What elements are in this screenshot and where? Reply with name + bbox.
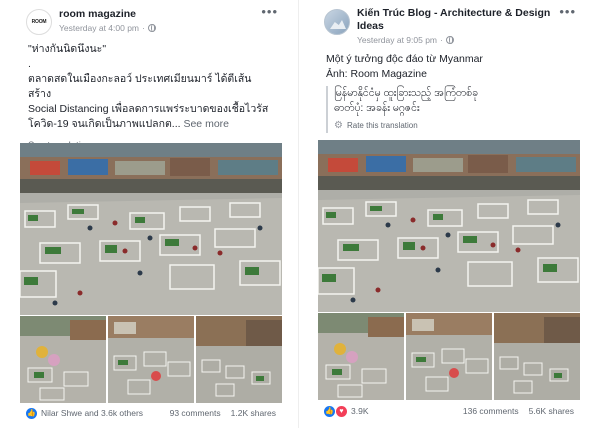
photo-thumbnails bbox=[318, 313, 580, 400]
globe-icon bbox=[445, 36, 454, 44]
post-footer: 👍 ♥ 3.9K 136 comments 5.6K shares bbox=[318, 402, 580, 420]
market-photo-thumb[interactable] bbox=[20, 316, 106, 403]
globe-icon bbox=[147, 24, 156, 32]
translation-line: မြန်မာနိုင်ငံမှ ထူးခြားသည့် အကြံတစ်ခု bbox=[334, 87, 478, 99]
reactions-count: 3.9K bbox=[351, 406, 369, 416]
comments-count[interactable]: 136 comments bbox=[463, 406, 519, 416]
like-icon: 👍 bbox=[26, 407, 37, 419]
reactions-summary[interactable]: 👍 ♥ 3.9K bbox=[324, 405, 369, 417]
market-photo-thumb-image bbox=[196, 316, 282, 403]
post-text-line: "ห่างกันนิดนึงนะ" bbox=[28, 43, 107, 55]
post-text: Một ý tưởng độc đáo từ Myanmar Ảnh: Room… bbox=[318, 52, 580, 133]
translation-block: မြန်မာနိုင်ငံမှ ထူးခြားသည့် အကြံတစ်ခု ဓာ… bbox=[326, 86, 572, 133]
timestamp[interactable]: Yesterday at 4:00 pm bbox=[59, 23, 139, 33]
reactions-text: Nilar Shwe and 3.6k others bbox=[41, 408, 144, 418]
post-text-line: Ảnh: Room Magazine bbox=[326, 68, 427, 80]
comments-count[interactable]: 93 comments bbox=[170, 408, 221, 418]
translation-line: ဓာတ်ပုံ: အခန်း မဂ္ဂဇင်း bbox=[334, 102, 420, 114]
post-header: Kiến Trúc Blog - Architecture & Design I… bbox=[318, 0, 580, 45]
more-options-icon[interactable]: ••• bbox=[261, 4, 278, 19]
post-text: "ห่างกันนิดนึงนะ" . ตลาดสดในเมืองกะลอว์ … bbox=[20, 42, 282, 153]
market-photo-image bbox=[318, 140, 580, 312]
post-meta: Yesterday at 9:05 pm · bbox=[357, 35, 454, 45]
post-kien-truc-blog: Kiến Trúc Blog - Architecture & Design I… bbox=[318, 0, 580, 428]
post-meta: Yesterday at 4:00 pm · bbox=[59, 23, 156, 33]
market-photo-thumb-image bbox=[20, 316, 106, 403]
post-stats: 136 comments 5.6K shares bbox=[463, 406, 574, 416]
post-divider bbox=[298, 0, 299, 428]
avatar[interactable]: ROOM bbox=[26, 9, 52, 35]
rate-translation-label: Rate this translation bbox=[346, 121, 418, 130]
gear-icon: ⚙ bbox=[334, 120, 343, 131]
reactions-summary[interactable]: 👍 Nilar Shwe and 3.6k others bbox=[26, 407, 144, 419]
market-photo-thumb[interactable] bbox=[196, 316, 282, 403]
page-name[interactable]: Kiến Trúc Blog - Architecture & Design I… bbox=[357, 7, 557, 33]
post-stats: 93 comments 1.2K shares bbox=[170, 408, 276, 418]
market-photo-thumb[interactable] bbox=[318, 313, 404, 400]
market-photo-thumb[interactable] bbox=[494, 313, 580, 400]
post-header: ROOM room magazine Yesterday at 4:00 pm … bbox=[20, 0, 282, 40]
market-photo-thumb[interactable] bbox=[108, 316, 194, 403]
market-photo-image bbox=[20, 143, 282, 315]
market-photo-thumb[interactable] bbox=[406, 313, 492, 400]
post-room-magazine: ROOM room magazine Yesterday at 4:00 pm … bbox=[20, 0, 282, 428]
post-text-line: โควิด-19 จนเกิดเป็นภาพแปลกต... See more bbox=[28, 118, 229, 130]
post-text-line: . bbox=[28, 58, 31, 70]
timestamp[interactable]: Yesterday at 9:05 pm bbox=[357, 35, 437, 45]
shares-count[interactable]: 1.2K shares bbox=[231, 408, 276, 418]
shares-count[interactable]: 5.6K shares bbox=[529, 406, 574, 416]
market-photo-main[interactable] bbox=[318, 140, 580, 312]
like-icon: 👍 bbox=[324, 405, 335, 417]
post-text-line: Một ý tưởng độc đáo từ Myanmar bbox=[326, 53, 483, 65]
more-options-icon[interactable]: ••• bbox=[559, 4, 576, 19]
love-icon: ♥ bbox=[336, 405, 347, 417]
post-text-line: Social Distancing เพื่อลดการแพร่ระบาดของ… bbox=[28, 103, 269, 115]
post-footer: 👍 Nilar Shwe and 3.6k others 93 comments… bbox=[20, 404, 282, 422]
market-photo-main[interactable] bbox=[20, 143, 282, 315]
avatar[interactable] bbox=[324, 9, 350, 35]
photo-thumbnails bbox=[20, 316, 282, 403]
market-photo-thumb-image bbox=[494, 313, 580, 400]
avatar-logo-text: ROOM bbox=[31, 18, 47, 25]
post-text-line: ตลาดสดในเมืองกะลอว์ ประเทศเมียนมาร์ ได้ต… bbox=[28, 73, 252, 100]
rate-translation[interactable]: ⚙ Rate this translation bbox=[334, 118, 572, 133]
market-photo-thumb-image bbox=[406, 313, 492, 400]
see-more-link[interactable]: See more bbox=[183, 118, 229, 130]
market-photo-thumb-image bbox=[318, 313, 404, 400]
market-photo-thumb-image bbox=[108, 316, 194, 403]
page-name[interactable]: room magazine bbox=[59, 8, 136, 20]
